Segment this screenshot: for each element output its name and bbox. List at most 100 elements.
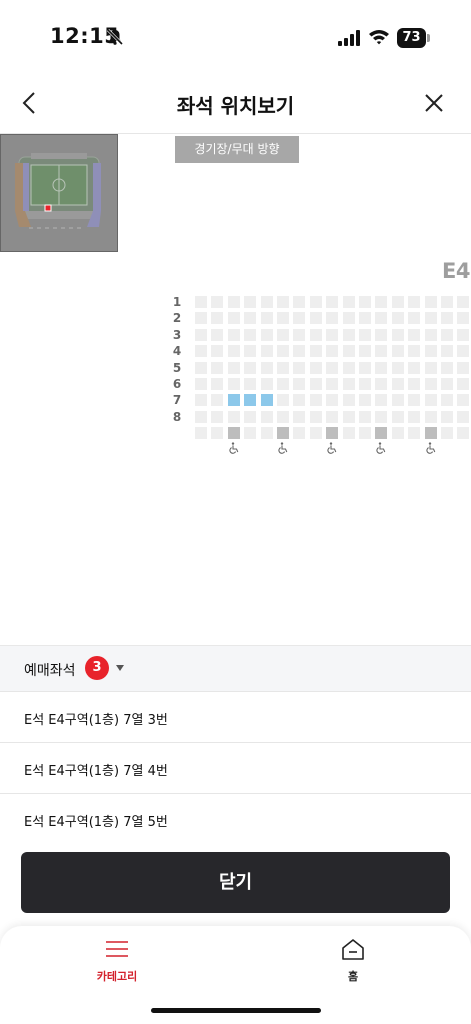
seat[interactable] [293, 345, 306, 358]
seat[interactable] [260, 312, 273, 325]
seat[interactable] [244, 345, 257, 358]
seat[interactable] [408, 410, 421, 423]
seat[interactable] [342, 361, 355, 374]
seat[interactable] [359, 312, 371, 325]
seat[interactable] [342, 394, 355, 407]
seat[interactable] [457, 378, 470, 390]
seat[interactable] [424, 312, 437, 325]
seat[interactable] [391, 296, 404, 308]
seat[interactable] [457, 427, 470, 440]
seat[interactable] [424, 345, 437, 358]
seat[interactable] [342, 312, 355, 325]
seat[interactable] [277, 345, 289, 358]
seat[interactable] [211, 378, 224, 390]
seat[interactable] [408, 361, 421, 374]
seat[interactable] [424, 361, 437, 374]
seat[interactable] [342, 427, 355, 440]
seat[interactable] [391, 345, 404, 358]
seat[interactable] [342, 328, 355, 341]
close-button[interactable]: 닫기 [21, 852, 450, 913]
seat[interactable] [195, 345, 207, 358]
seat[interactable] [244, 312, 257, 325]
seat[interactable] [359, 427, 371, 440]
seat[interactable] [359, 394, 371, 407]
seat[interactable] [211, 328, 224, 341]
seat[interactable] [260, 427, 273, 440]
seat[interactable] [260, 296, 273, 308]
seat[interactable] [211, 345, 224, 358]
seat[interactable] [195, 296, 207, 308]
seat[interactable] [227, 328, 240, 341]
seat[interactable] [424, 410, 437, 423]
seat[interactable] [424, 296, 437, 308]
seat[interactable] [359, 410, 371, 423]
seat[interactable] [260, 361, 273, 374]
seat[interactable] [293, 427, 306, 440]
seat[interactable] [375, 312, 388, 325]
seat-selected[interactable] [227, 394, 240, 407]
seat[interactable] [277, 328, 289, 341]
seat[interactable] [227, 410, 240, 423]
seat[interactable] [424, 378, 437, 390]
seat[interactable] [211, 427, 224, 440]
seat[interactable] [326, 345, 339, 358]
seat[interactable] [326, 378, 339, 390]
seat[interactable] [195, 378, 207, 390]
seat[interactable] [457, 345, 470, 358]
seat[interactable] [375, 345, 388, 358]
seat[interactable] [244, 427, 257, 440]
seat[interactable] [326, 410, 339, 423]
seat[interactable] [309, 296, 322, 308]
seat[interactable] [457, 296, 470, 308]
seat[interactable] [408, 394, 421, 407]
seat[interactable] [277, 410, 289, 423]
seat[interactable] [277, 361, 289, 374]
seat[interactable] [342, 410, 355, 423]
seat[interactable] [391, 427, 404, 440]
seat[interactable] [277, 394, 289, 407]
seat[interactable] [244, 296, 257, 308]
seat[interactable] [359, 361, 371, 374]
seat[interactable] [195, 427, 207, 440]
seat[interactable] [408, 328, 421, 341]
seat[interactable] [293, 410, 306, 423]
seat[interactable] [441, 427, 453, 440]
seat[interactable] [408, 345, 421, 358]
seat[interactable] [408, 296, 421, 308]
seat[interactable] [195, 410, 207, 423]
seat[interactable] [211, 312, 224, 325]
seat-selected[interactable] [244, 394, 257, 407]
seat[interactable] [244, 328, 257, 341]
seat[interactable] [441, 345, 453, 358]
seat[interactable] [211, 410, 224, 423]
seat[interactable] [277, 378, 289, 390]
seat[interactable] [424, 328, 437, 341]
seat[interactable] [244, 361, 257, 374]
seat[interactable] [195, 361, 207, 374]
wheelchair-seat[interactable] [326, 427, 339, 440]
seat[interactable] [441, 328, 453, 341]
seat[interactable] [359, 378, 371, 390]
wheelchair-seat[interactable] [227, 427, 240, 440]
seat[interactable] [326, 394, 339, 407]
seat[interactable] [293, 361, 306, 374]
seat[interactable] [441, 394, 453, 407]
seat[interactable] [211, 361, 224, 374]
seat[interactable] [326, 296, 339, 308]
seat[interactable] [457, 394, 470, 407]
seat[interactable] [391, 328, 404, 341]
seat[interactable] [359, 328, 371, 341]
seat[interactable] [293, 378, 306, 390]
seat[interactable] [457, 328, 470, 341]
seat[interactable] [441, 378, 453, 390]
seat[interactable] [359, 296, 371, 308]
seat[interactable] [457, 361, 470, 374]
seat[interactable] [342, 345, 355, 358]
wheelchair-seat[interactable] [277, 427, 289, 440]
seat[interactable] [441, 312, 453, 325]
seat[interactable] [309, 427, 322, 440]
seat[interactable] [408, 427, 421, 440]
seat[interactable] [375, 328, 388, 341]
caret-down-icon[interactable] [116, 665, 124, 671]
seat[interactable] [195, 394, 207, 407]
